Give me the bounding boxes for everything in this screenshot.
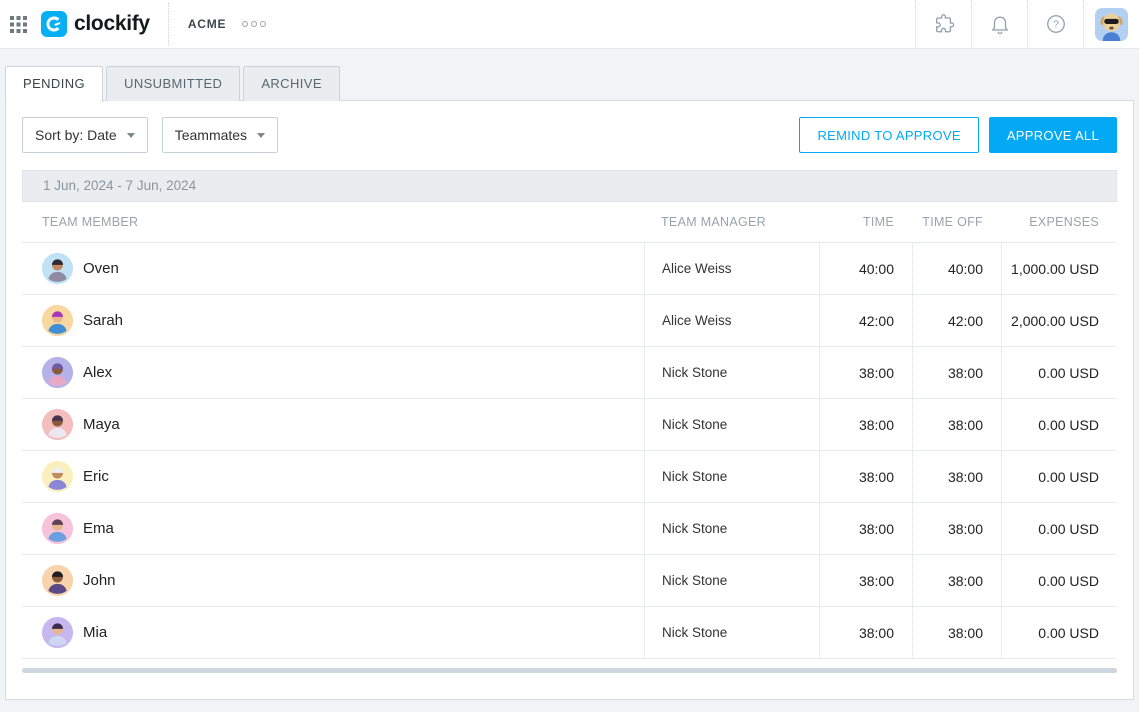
manager-name: Alice Weiss — [662, 313, 732, 328]
table-row[interactable]: John Nick Stone 38:00 38:00 0.00 USD — [22, 555, 1117, 607]
svg-text:?: ? — [1053, 20, 1059, 31]
notifications-button[interactable] — [971, 0, 1027, 48]
divider — [168, 3, 169, 45]
table-row[interactable]: Eric Nick Stone 38:00 38:00 0.00 USD — [22, 451, 1117, 503]
integrations-button[interactable] — [915, 0, 971, 48]
member-name: Sarah — [83, 312, 123, 329]
topbar: clockify ACME ? — [0, 0, 1139, 49]
approval-tabs: PENDING UNSUBMITTED ARCHIVE — [5, 66, 340, 101]
time-value: 38:00 — [859, 417, 894, 433]
time-off-value: 38:00 — [948, 573, 983, 589]
expenses-value: 0.00 USD — [1038, 417, 1099, 433]
teammates-filter-dropdown[interactable]: Teammates — [162, 117, 278, 153]
sort-by-label: Sort by: Date — [35, 127, 117, 143]
remind-to-approve-button[interactable]: REMIND TO APPROVE — [799, 117, 978, 153]
member-name: Ema — [83, 520, 114, 537]
time-off-value: 38:00 — [948, 365, 983, 381]
sort-by-dropdown[interactable]: Sort by: Date — [22, 117, 148, 153]
manager-name: Nick Stone — [662, 469, 727, 484]
period-range-bar: 1 Jun, 2024 - 7 Jun, 2024 — [22, 170, 1117, 202]
manager-name: Nick Stone — [662, 365, 727, 380]
expenses-value: 0.00 USD — [1038, 469, 1099, 485]
member-avatar — [42, 305, 73, 336]
time-off-value: 40:00 — [948, 261, 983, 277]
tab-archive[interactable]: ARCHIVE — [243, 66, 340, 101]
manager-name: Nick Stone — [662, 417, 727, 432]
manager-name: Nick Stone — [662, 521, 727, 536]
table-row[interactable]: Maya Nick Stone 38:00 38:00 0.00 USD — [22, 399, 1117, 451]
expenses-value: 2,000.00 USD — [1011, 313, 1099, 329]
table-body: Oven Alice Weiss 40:00 40:00 1,000.00 US… — [22, 243, 1117, 659]
approvals-table: TEAM MEMBER TEAM MANAGER TIME TIME OFF E… — [22, 202, 1117, 659]
expenses-value: 0.00 USD — [1038, 521, 1099, 537]
member-name: Oven — [83, 260, 119, 277]
apps-grid-icon[interactable] — [10, 16, 27, 33]
member-avatar — [42, 513, 73, 544]
member-avatar — [42, 409, 73, 440]
manager-name: Nick Stone — [662, 573, 727, 588]
member-name: Maya — [83, 416, 120, 433]
time-value: 38:00 — [859, 521, 894, 537]
col-header-team-manager: TEAM MANAGER — [644, 202, 819, 242]
col-header-time: TIME — [819, 202, 912, 242]
time-value: 42:00 — [859, 313, 894, 329]
time-value: 40:00 — [859, 261, 894, 277]
teammates-filter-label: Teammates — [175, 127, 247, 143]
help-button[interactable]: ? — [1027, 0, 1083, 48]
table-header-row: TEAM MEMBER TEAM MANAGER TIME TIME OFF E… — [22, 202, 1117, 243]
user-avatar — [1095, 8, 1128, 41]
member-avatar — [42, 253, 73, 284]
tab-pending[interactable]: PENDING — [5, 66, 103, 102]
chevron-down-icon — [257, 133, 265, 138]
time-off-value: 38:00 — [948, 521, 983, 537]
table-row[interactable]: Mia Nick Stone 38:00 38:00 0.00 USD — [22, 607, 1117, 659]
table-row[interactable]: Alex Nick Stone 38:00 38:00 0.00 USD — [22, 347, 1117, 399]
time-value: 38:00 — [859, 573, 894, 589]
workspace-name[interactable]: ACME — [188, 17, 227, 31]
member-name: John — [83, 572, 116, 589]
expenses-value: 0.00 USD — [1038, 365, 1099, 381]
expenses-value: 1,000.00 USD — [1011, 261, 1099, 277]
clockify-logo-icon — [41, 11, 67, 37]
table-row[interactable]: Oven Alice Weiss 40:00 40:00 1,000.00 US… — [22, 243, 1117, 295]
expenses-value: 0.00 USD — [1038, 625, 1099, 641]
toolbar: Sort by: Date Teammates REMIND TO APPROV… — [22, 117, 1117, 153]
workspace-ellipsis-icon[interactable] — [242, 21, 266, 27]
col-header-expenses: EXPENSES — [1001, 202, 1117, 242]
approve-all-button[interactable]: APPROVE ALL — [989, 117, 1117, 153]
time-off-value: 38:00 — [948, 469, 983, 485]
horizontal-scrollbar[interactable] — [22, 668, 1117, 673]
col-header-team-member: TEAM MEMBER — [22, 202, 644, 242]
member-avatar — [42, 565, 73, 596]
member-avatar — [42, 461, 73, 492]
member-avatar — [42, 357, 73, 388]
expenses-value: 0.00 USD — [1038, 573, 1099, 589]
table-row[interactable]: Ema Nick Stone 38:00 38:00 0.00 USD — [22, 503, 1117, 555]
bell-icon — [989, 13, 1011, 35]
time-value: 38:00 — [859, 625, 894, 641]
time-value: 38:00 — [859, 365, 894, 381]
clockify-logo[interactable]: clockify — [41, 11, 150, 37]
brand-wordmark: clockify — [74, 12, 150, 36]
puzzle-icon — [933, 13, 955, 35]
time-off-value: 38:00 — [948, 417, 983, 433]
period-range-label: 1 Jun, 2024 - 7 Jun, 2024 — [43, 178, 196, 193]
col-header-time-off: TIME OFF — [912, 202, 1001, 242]
time-off-value: 38:00 — [948, 625, 983, 641]
member-name: Alex — [83, 364, 112, 381]
table-row[interactable]: Sarah Alice Weiss 42:00 42:00 2,000.00 U… — [22, 295, 1117, 347]
time-off-value: 42:00 — [948, 313, 983, 329]
manager-name: Nick Stone — [662, 625, 727, 640]
member-avatar — [42, 617, 73, 648]
manager-name: Alice Weiss — [662, 261, 732, 276]
member-name: Mia — [83, 624, 107, 641]
approvals-card: Sort by: Date Teammates REMIND TO APPROV… — [5, 100, 1134, 700]
grid-icon — [10, 16, 27, 33]
question-icon: ? — [1045, 13, 1067, 35]
chevron-down-icon — [127, 133, 135, 138]
user-menu[interactable] — [1083, 0, 1139, 48]
member-name: Eric — [83, 468, 109, 485]
tab-unsubmitted[interactable]: UNSUBMITTED — [106, 66, 240, 101]
time-value: 38:00 — [859, 469, 894, 485]
